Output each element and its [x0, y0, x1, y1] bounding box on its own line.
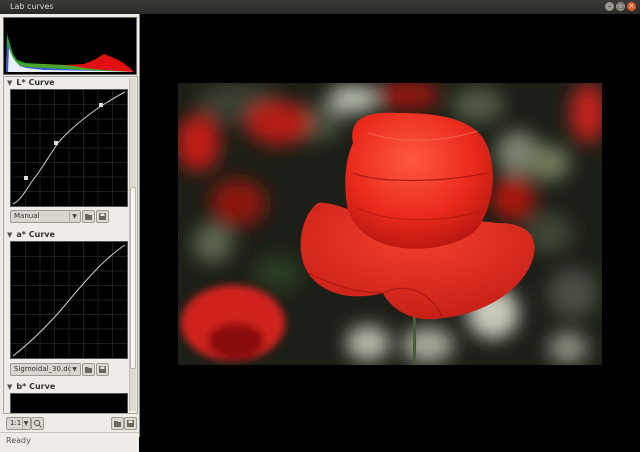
- title-bar: Lab curves – □ ×: [0, 0, 640, 14]
- status-bar: Ready: [0, 432, 139, 452]
- save-icon: [99, 366, 106, 373]
- collapse-arrow-icon[interactable]: ▼: [7, 383, 12, 391]
- collapse-arrow-icon[interactable]: ▼: [7, 79, 12, 87]
- zoom-button[interactable]: [31, 417, 44, 430]
- save-icon: [99, 213, 106, 220]
- bottom-toolbar: 1:1 ▼: [3, 415, 137, 430]
- image-preview[interactable]: [178, 83, 602, 365]
- close-icon[interactable]: ×: [627, 2, 636, 11]
- zoom-value: 1:1: [10, 419, 22, 427]
- folder-open-icon: [85, 367, 92, 373]
- a-curve-open-button[interactable]: [82, 363, 95, 376]
- a-curve-header[interactable]: ▼ a* Curve: [7, 230, 55, 239]
- l-curve-preset-select[interactable]: Manual ▼: [10, 210, 81, 223]
- maximize-icon[interactable]: □: [616, 2, 625, 11]
- collapse-arrow-icon[interactable]: ▼: [7, 231, 12, 239]
- l-curve-editor[interactable]: [10, 89, 128, 207]
- l-curve-save-button[interactable]: [96, 210, 109, 223]
- a-curve-save-button[interactable]: [96, 363, 109, 376]
- scrollbar-thumb[interactable]: [130, 187, 136, 369]
- chevron-down-icon: ▼: [69, 211, 79, 222]
- curves-scroll-area[interactable]: ▼ L* Curve Manual ▼ ▼ a* Curve Sigmoidal…: [3, 76, 138, 414]
- zoom-select[interactable]: 1:1 ▼: [6, 417, 31, 430]
- l-curve-header[interactable]: ▼ L* Curve: [7, 78, 55, 87]
- l-curve-label: L* Curve: [16, 78, 55, 87]
- b-curve-label: b* Curve: [16, 382, 56, 391]
- a-curve-label: a* Curve: [16, 230, 55, 239]
- save-icon: [127, 420, 134, 427]
- b-curve-header[interactable]: ▼ b* Curve: [7, 382, 55, 391]
- zoom-icon: [33, 419, 42, 428]
- sidebar: ▼ L* Curve Manual ▼ ▼ a* Curve Sigmoidal…: [0, 14, 140, 452]
- b-curve-editor[interactable]: [10, 393, 128, 413]
- save-button[interactable]: [124, 417, 137, 430]
- l-curve-preset-value: Manual: [14, 212, 40, 220]
- chevron-down-icon: ▼: [69, 364, 79, 375]
- window-title: Lab curves: [10, 2, 54, 11]
- a-curve-preset-value: Sigmoidal_30.dc: [14, 365, 72, 373]
- l-curve-open-button[interactable]: [82, 210, 95, 223]
- a-curve-preset-select[interactable]: Sigmoidal_30.dc ▼: [10, 363, 81, 376]
- minimize-icon[interactable]: –: [605, 2, 614, 11]
- folder-open-icon: [114, 421, 121, 427]
- folder-open-icon: [85, 214, 92, 220]
- histogram: [3, 17, 137, 75]
- open-button[interactable]: [111, 417, 124, 430]
- a-curve-editor[interactable]: [10, 241, 128, 359]
- chevron-down-icon: ▼: [22, 418, 29, 429]
- status-text: Ready: [6, 436, 31, 445]
